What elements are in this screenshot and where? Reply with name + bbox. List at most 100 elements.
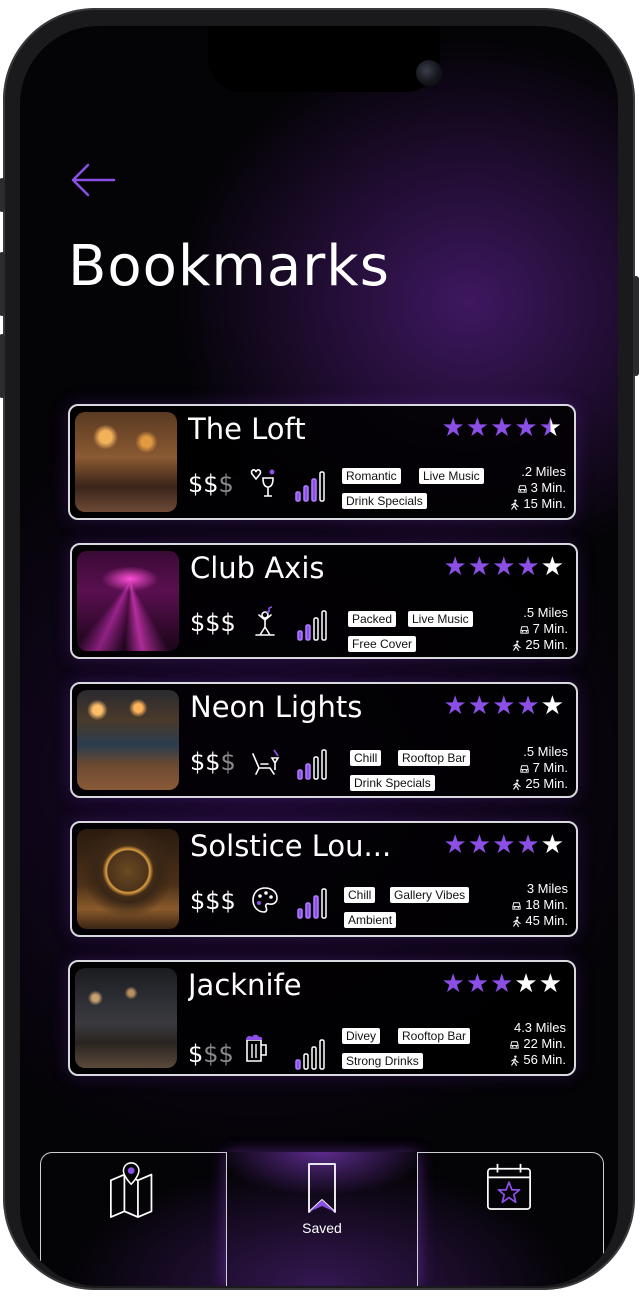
bottom-tab-bar: Saved: [40, 1152, 604, 1286]
star-icon: ★: [490, 413, 514, 443]
star-icon: ★: [467, 691, 492, 721]
price-active: $$$: [190, 609, 236, 637]
star-icon: ★: [492, 552, 516, 582]
venue-thumbnail: [75, 412, 177, 512]
price-level: $$$: [188, 1040, 234, 1068]
drive-time: 7 Min.: [532, 621, 568, 636]
tag: Gallery Vibes: [390, 887, 470, 903]
venue-thumbnail: [77, 551, 179, 651]
price-active: $$: [190, 748, 221, 776]
star-icon: ★: [514, 969, 538, 999]
crowd-level-icon: [297, 610, 327, 641]
tag: Strong Drinks: [342, 1053, 423, 1069]
bookmark-icon: [308, 1163, 336, 1213]
distance: .5 Miles: [523, 605, 568, 620]
tab-events[interactable]: [417, 1152, 604, 1286]
venue-card[interactable]: Neon Lights ★ ★ ★ ★ ★ $$$ Chill Rooftop Bar …: [70, 682, 578, 798]
tag: Live Music: [408, 611, 473, 627]
walk-time: 25 Min.: [525, 776, 568, 791]
back-arrow-icon[interactable]: [68, 160, 118, 200]
walking-icon: [513, 915, 522, 927]
star-icon: ★: [443, 552, 467, 582]
venue-thumbnail: [77, 829, 179, 929]
car-icon: [519, 764, 529, 773]
tag: Divey: [342, 1028, 381, 1044]
crowd-level-icon: [297, 749, 327, 780]
star-icon: ★: [467, 830, 492, 860]
venue-card[interactable]: Solstice Lou... ★ ★ ★ ★ ★ $$$ Chill Gallery …: [70, 821, 578, 937]
wine-glass-heart-icon: [250, 469, 275, 497]
price-level: $$$: [188, 470, 234, 498]
walking-icon: [511, 498, 520, 510]
star-icon: ★: [490, 969, 514, 999]
travel-info: .2 Miles 3 Min. 15 Min.: [509, 464, 566, 512]
venue-name: The Loft: [188, 412, 306, 446]
power-button: [633, 276, 639, 376]
tag: Drink Specials: [342, 493, 427, 509]
price-active: $: [188, 1040, 204, 1068]
distance: 3 Miles: [526, 881, 568, 896]
page-title: Bookmarks: [68, 234, 390, 299]
price-active: $$: [188, 470, 219, 498]
venue-name: Jacknife: [188, 968, 302, 1002]
distance: 4.3 Miles: [513, 1020, 566, 1035]
star-icon: ★: [443, 830, 467, 860]
phone-frame: Bookmarks The Loft ★ ★ ★ ★ ★ $$$ Romantic: [0, 8, 639, 1290]
travel-info: 4.3 Miles 22 Min. 56 Min.: [509, 1020, 566, 1068]
crowd-level-icon: [297, 888, 327, 919]
price-level: $$$: [190, 609, 236, 637]
car-icon: [512, 901, 521, 910]
venue-card[interactable]: Jacknife ★ ★ ★ ★ ★ $$$ Divey Rooftop Bar Str…: [68, 960, 576, 1076]
drive-time: 7 Min.: [532, 760, 568, 775]
travel-info: 3 Miles 18 Min. 45 Min.: [511, 881, 568, 929]
screen: Bookmarks The Loft ★ ★ ★ ★ ★ $$$ Romantic: [20, 26, 618, 1286]
tag: Drink Specials: [350, 775, 435, 791]
venue-card[interactable]: The Loft ★ ★ ★ ★ ★ $$$ Romantic Live Music D…: [68, 404, 576, 520]
distance: .5 Miles: [523, 744, 568, 759]
star-icon: ★: [441, 413, 465, 443]
notch: [208, 26, 442, 92]
star-icon: ★: [492, 691, 516, 721]
star-icon: ★: [540, 691, 564, 721]
star-icon: ★: [443, 691, 467, 721]
price-inactive: $$: [203, 1040, 234, 1068]
drive-time: 18 Min.: [525, 897, 568, 912]
lounge-chair-drink-icon: [252, 749, 280, 775]
crowd-level-icon: [295, 1039, 325, 1070]
price-level: $$$: [190, 887, 236, 915]
tab-saved-label: Saved: [302, 1220, 342, 1236]
tab-map[interactable]: [40, 1152, 227, 1286]
walk-time: 45 Min.: [525, 913, 568, 928]
volume-down-button: [0, 334, 5, 398]
star-icon: ★: [516, 830, 540, 860]
calendar-star-icon: [487, 1163, 531, 1210]
tag: Rooftop Bar: [398, 750, 471, 766]
tag: Free Cover: [348, 636, 417, 652]
star-icon: ★: [465, 413, 490, 443]
price-inactive: $: [218, 470, 234, 498]
tag: Romantic: [342, 468, 401, 484]
tag: Packed: [348, 611, 397, 627]
drive-time: 22 Min.: [523, 1036, 566, 1051]
map-pin-icon: [109, 1162, 153, 1218]
drive-time: 3 Min.: [530, 480, 566, 495]
rating-stars: ★ ★ ★ ★ ★: [441, 414, 562, 442]
price-inactive: $: [220, 748, 236, 776]
venue-card[interactable]: Club Axis ★ ★ ★ ★ ★ $$$ Packed Live Music Fr…: [70, 543, 578, 659]
price-level: $$$: [190, 748, 236, 776]
tag: Chill: [344, 887, 376, 903]
volume-up-button: [0, 252, 5, 316]
car-icon: [519, 625, 529, 634]
star-icon: ★: [540, 830, 564, 860]
tab-saved[interactable]: Saved: [226, 1152, 418, 1286]
star-icon: ★: [516, 691, 540, 721]
venue-name: Club Axis: [190, 551, 325, 585]
car-icon: [517, 484, 527, 493]
star-icon: ★: [538, 969, 562, 999]
walking-icon: [513, 639, 522, 651]
star-icon: ★: [441, 969, 465, 999]
star-icon: ★: [516, 552, 540, 582]
rating-stars: ★ ★ ★ ★ ★: [441, 970, 562, 998]
palette-icon: [252, 887, 278, 913]
tag: Live Music: [419, 468, 484, 484]
